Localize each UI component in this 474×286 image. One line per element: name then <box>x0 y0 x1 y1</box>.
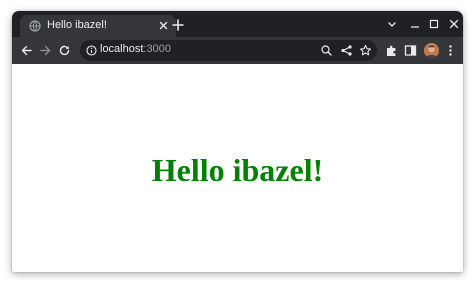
tab-strip: Hello ibazel! <box>12 11 463 37</box>
url-port: :3000 <box>143 43 171 55</box>
url-text: localhost:3000 <box>100 43 171 55</box>
navigation-toolbar: localhost:3000 <box>12 37 463 64</box>
tab-hello-ibazel[interactable]: Hello ibazel! <box>20 15 176 37</box>
tab-close-icon[interactable] <box>157 19 170 32</box>
tab-title: Hello ibazel! <box>47 19 107 31</box>
share-icon[interactable] <box>340 44 353 57</box>
address-bar[interactable]: localhost:3000 <box>80 40 377 61</box>
minimize-icon[interactable] <box>409 18 421 30</box>
profile-avatar[interactable] <box>424 43 439 58</box>
forward-arrow-icon[interactable] <box>39 44 52 57</box>
star-icon[interactable] <box>359 44 372 57</box>
url-host: localhost <box>100 43 144 55</box>
page-content: Hello ibazel! <box>12 64 463 272</box>
page-heading: Hello ibazel! <box>151 152 324 188</box>
person-photo-icon <box>424 43 439 58</box>
side-panel-icon[interactable] <box>404 44 417 57</box>
globe-icon <box>29 20 41 32</box>
maximize-icon[interactable] <box>428 18 440 30</box>
close-icon[interactable] <box>448 18 460 30</box>
reload-icon[interactable] <box>58 44 71 57</box>
browser-window: Hello ibazel! localhost:3000 Hello ibaze… <box>12 11 463 272</box>
new-tab-plus-icon[interactable] <box>172 19 184 31</box>
back-arrow-icon[interactable] <box>20 44 33 57</box>
extensions-puzzle-icon[interactable] <box>385 44 398 57</box>
chevron-down-icon[interactable] <box>386 18 398 30</box>
info-icon[interactable] <box>86 45 97 56</box>
more-vert-icon[interactable] <box>444 44 457 57</box>
zoom-icon[interactable] <box>320 44 333 57</box>
